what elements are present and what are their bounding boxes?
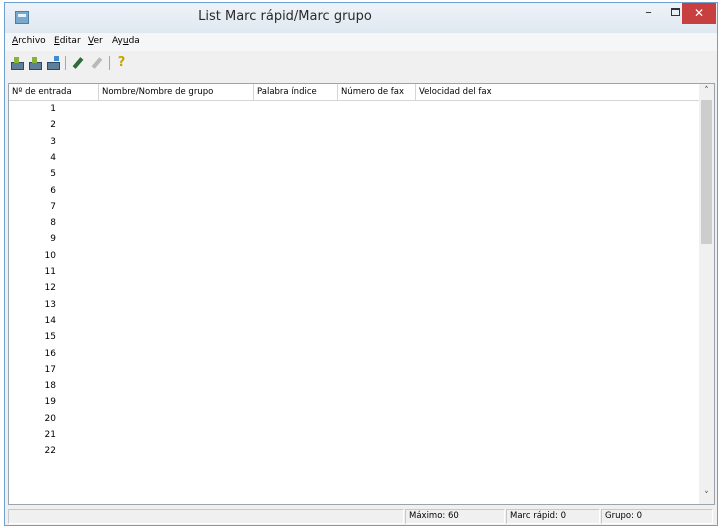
menu-ver-label: er xyxy=(93,36,103,46)
table-row[interactable]: 5 xyxy=(9,167,699,181)
entry-number: 8 xyxy=(50,218,56,229)
vertical-scrollbar[interactable]: ˄ ˅ xyxy=(699,84,714,504)
table-row[interactable]: 8 xyxy=(9,216,699,230)
table-row[interactable]: 11 xyxy=(9,265,699,279)
minimize-button[interactable]: – xyxy=(635,3,662,24)
table-row[interactable]: 16 xyxy=(9,347,699,361)
table-row[interactable]: 13 xyxy=(9,298,699,312)
maximize-icon xyxy=(671,8,680,16)
entry-number: 19 xyxy=(44,397,56,408)
status-cell-empty xyxy=(8,509,404,524)
window-title: List Marc rápid/Marc grupo xyxy=(198,9,372,24)
close-button[interactable]: ✕ xyxy=(682,3,716,24)
entry-number: 3 xyxy=(50,136,56,147)
entry-number: 16 xyxy=(44,348,56,359)
entry-number: 4 xyxy=(50,152,56,163)
table-row[interactable]: 18 xyxy=(9,379,699,393)
table-row[interactable]: 17 xyxy=(9,363,699,377)
column-name[interactable]: Nombre/Nombre de grupo xyxy=(99,84,254,101)
entry-number: 14 xyxy=(44,315,56,326)
help-icon[interactable]: ? xyxy=(114,56,129,70)
list-header: Nº de entrada Nombre/Nombre de grupo Pal… xyxy=(9,84,699,101)
entry-number: 5 xyxy=(50,169,56,180)
entry-number: 9 xyxy=(50,234,56,245)
table-row[interactable]: 12 xyxy=(9,281,699,295)
table-row[interactable]: 20 xyxy=(9,412,699,426)
entry-number: 15 xyxy=(44,332,56,343)
entry-number: 12 xyxy=(44,283,56,294)
table-row[interactable]: 7 xyxy=(9,200,699,214)
toolbar: ? xyxy=(5,53,717,74)
entry-number: 1 xyxy=(50,104,56,114)
scroll-down-icon[interactable]: ˅ xyxy=(699,489,714,504)
entry-list[interactable]: Nº de entrada Nombre/Nombre de grupo Pal… xyxy=(8,83,715,505)
scroll-up-icon[interactable]: ˄ xyxy=(699,84,714,99)
entry-number: 20 xyxy=(44,413,56,424)
toolbar-separator xyxy=(65,56,66,70)
table-row[interactable]: 2 xyxy=(9,118,699,132)
menu-ayuda[interactable]: Ayuda xyxy=(112,36,140,46)
import-icon[interactable] xyxy=(45,56,60,70)
table-row[interactable]: 21 xyxy=(9,428,699,442)
menu-bar: Archivo Editar Ver Ayuda xyxy=(5,33,717,51)
status-maximum: Máximo: 60 xyxy=(405,509,505,524)
table-row[interactable]: 4 xyxy=(9,151,699,165)
column-index-word[interactable]: Palabra índice xyxy=(254,84,338,101)
entry-number: 10 xyxy=(44,250,56,261)
column-fax-number[interactable]: Número de fax xyxy=(338,84,416,101)
status-group: Grupo: 0 xyxy=(601,509,713,524)
status-speed-dial: Marc rápid: 0 xyxy=(506,509,600,524)
table-row[interactable]: 22 xyxy=(9,444,699,458)
entry-number: 17 xyxy=(44,364,56,375)
menu-ver[interactable]: Ver xyxy=(88,36,103,46)
menu-archivo-label: rchivo xyxy=(18,36,46,46)
menu-editar-label: ditar xyxy=(59,36,81,46)
entry-number: 22 xyxy=(44,446,56,457)
entry-number: 13 xyxy=(44,299,56,310)
table-row[interactable]: 3 xyxy=(9,135,699,149)
entry-number: 2 xyxy=(50,120,56,131)
scroll-thumb[interactable] xyxy=(701,100,712,244)
entry-number: 11 xyxy=(44,267,56,277)
entry-number: 18 xyxy=(44,381,56,392)
add-entry-icon[interactable] xyxy=(9,56,24,70)
add-group-icon[interactable] xyxy=(27,56,42,70)
entry-number: 7 xyxy=(50,201,56,212)
table-row[interactable]: 6 xyxy=(9,184,699,198)
status-bar: Máximo: 60 Marc rápid: 0 Grupo: 0 xyxy=(5,508,717,525)
table-row[interactable]: 15 xyxy=(9,330,699,344)
menu-ayuda-label-a: Ay xyxy=(112,36,123,46)
table-row[interactable]: 14 xyxy=(9,314,699,328)
toolbar-separator xyxy=(109,56,110,70)
edit-icon[interactable] xyxy=(70,56,85,70)
delete-icon[interactable] xyxy=(89,56,104,70)
menu-ayuda-label-b: da xyxy=(128,36,140,46)
table-row[interactable]: 19 xyxy=(9,395,699,409)
title-bar[interactable]: List Marc rápid/Marc grupo – ✕ xyxy=(5,3,717,33)
main-window: List Marc rápid/Marc grupo – ✕ Archivo E… xyxy=(4,2,718,526)
menu-editar[interactable]: Editar xyxy=(54,36,81,46)
entry-number: 21 xyxy=(44,430,56,440)
table-row[interactable]: 1 xyxy=(9,102,699,116)
table-row[interactable]: 10 xyxy=(9,249,699,263)
column-fax-speed[interactable]: Velocidad del fax xyxy=(416,84,699,101)
entry-number: 6 xyxy=(50,185,56,196)
table-row[interactable]: 9 xyxy=(9,232,699,246)
menu-archivo[interactable]: Archivo xyxy=(12,36,46,46)
column-entry-number[interactable]: Nº de entrada xyxy=(9,84,99,101)
